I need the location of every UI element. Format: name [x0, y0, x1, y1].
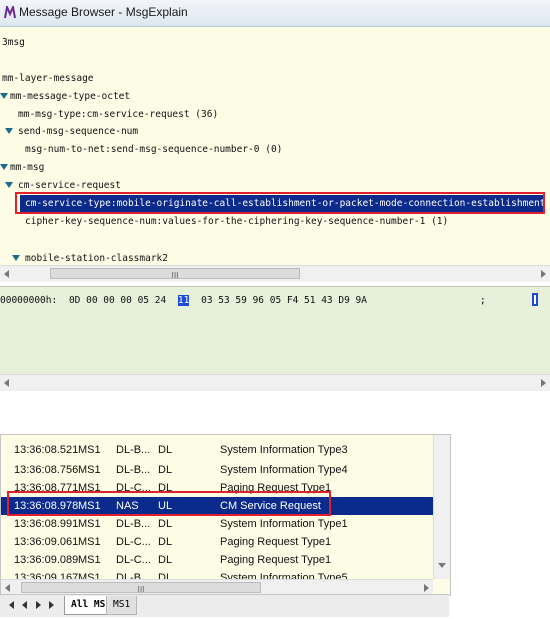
- highlight-box: [7, 491, 331, 516]
- cell-message: System Information Type3: [220, 444, 348, 456]
- message-tree[interactable]: 3msg mm-layer-message mm-message-type-oc…: [0, 27, 550, 265]
- cell-ms: MS1: [78, 518, 101, 530]
- cell-message: System Information Type4: [220, 464, 348, 476]
- cell-direction: DL: [158, 554, 173, 566]
- tab-ms1[interactable]: MS1: [106, 596, 138, 615]
- expand-arrow-icon[interactable]: [5, 182, 13, 188]
- prev-tab-icon[interactable]: [22, 601, 27, 609]
- cell-direction: DL: [158, 536, 173, 548]
- cell-time: 13:36:09.061: [14, 536, 79, 548]
- cell-direction: DL: [158, 464, 173, 476]
- scroll-right-icon[interactable]: [541, 379, 546, 387]
- scroll-left-icon[interactable]: [4, 379, 9, 387]
- hex-highlighted-byte[interactable]: 11: [177, 295, 190, 306]
- hex-ascii: ;: [480, 295, 486, 306]
- tree-node[interactable]: mm-layer-message: [2, 71, 94, 87]
- scroll-right-icon[interactable]: [424, 584, 429, 592]
- cell-ms: MS1: [78, 464, 101, 476]
- tree-node[interactable]: mobile-station-classmark2: [25, 251, 168, 265]
- tree-node[interactable]: msg-num-to-net:send-msg-sequence-number-…: [25, 142, 282, 158]
- expand-arrow-icon[interactable]: [5, 128, 13, 134]
- cell-ms: MS1: [78, 536, 101, 548]
- table-row[interactable]: 13:36:08.991 MS1 DL-B... DL System Infor…: [1, 515, 433, 533]
- window-title: Message Browser - MsgExplain: [19, 5, 188, 19]
- scroll-thumb[interactable]: III: [21, 582, 261, 594]
- table-row[interactable]: 13:36:09.061 MS1 DL-C... DL Paging Reque…: [1, 533, 433, 551]
- cell-message: Paging Request Type1: [220, 536, 332, 548]
- cell-time: 13:36:09.089: [14, 554, 79, 566]
- tree-horizontal-scrollbar[interactable]: III: [0, 265, 550, 282]
- first-tab-icon[interactable]: [9, 601, 14, 609]
- scroll-left-icon[interactable]: [5, 584, 10, 592]
- cell-layer: DL-C...: [116, 536, 151, 548]
- ascii-cursor: [532, 293, 538, 306]
- hex-row: 00000000h: 0D 00 00 00 05 24 11 03 53 59…: [0, 294, 367, 308]
- tree-node[interactable]: send-msg-sequence-num: [18, 124, 138, 140]
- scroll-thumb[interactable]: III: [50, 268, 300, 280]
- tree-node[interactable]: cipher-key-sequence-num:values-for-the-c…: [25, 214, 448, 230]
- scroll-down-icon[interactable]: [438, 563, 446, 568]
- tree-node[interactable]: mm-msg-type:cm-service-request (36): [18, 107, 218, 123]
- cell-layer: DL-B...: [116, 464, 151, 476]
- cell-time: 13:36:08.521: [14, 444, 79, 456]
- last-tab-icon[interactable]: [49, 601, 54, 609]
- expand-arrow-icon[interactable]: [12, 255, 20, 261]
- expand-arrow-icon[interactable]: [0, 93, 8, 99]
- log-vertical-scrollbar[interactable]: [433, 435, 450, 579]
- table-row[interactable]: 13:36:08.756 MS1 DL-B... DL System Infor…: [1, 461, 433, 479]
- hex-bytes: 0D 00 00 00 05 24: [68, 295, 167, 306]
- table-row[interactable]: 13:36:09.089 MS1 DL-C... DL Paging Reque…: [1, 551, 433, 569]
- hex-horizontal-scrollbar[interactable]: [0, 374, 550, 391]
- scroll-right-icon[interactable]: [541, 270, 546, 278]
- cell-direction: DL: [158, 518, 173, 530]
- highlight-box: [15, 192, 545, 214]
- cell-ms: MS1: [78, 554, 101, 566]
- cell-time: 13:36:08.991: [14, 518, 79, 530]
- tree-node[interactable]: 3msg: [2, 35, 25, 51]
- cell-layer: DL-B...: [116, 444, 151, 456]
- cell-time: 13:36:08.756: [14, 464, 79, 476]
- sheet-tabs: All MS MS1: [0, 594, 449, 617]
- title-bar: Message Browser - MsgExplain: [0, 0, 550, 27]
- next-tab-icon[interactable]: [36, 601, 41, 609]
- table-row[interactable]: 13:36:08.521 MS1 DL-B... DL System Infor…: [1, 441, 433, 459]
- cell-layer: DL-C...: [116, 554, 151, 566]
- scroll-left-icon[interactable]: [4, 270, 9, 278]
- cell-message: Paging Request Type1: [220, 554, 332, 566]
- cell-ms: MS1: [78, 444, 101, 456]
- tree-node[interactable]: mm-msg: [10, 160, 44, 176]
- hex-view[interactable]: 00000000h: 0D 00 00 00 05 24 11 03 53 59…: [0, 286, 550, 375]
- expand-arrow-icon[interactable]: [0, 164, 8, 170]
- hex-bytes: 03 53 59 96 05 F4 51 43 D9 9A: [201, 295, 367, 306]
- cell-layer: DL-B...: [116, 518, 151, 530]
- cell-direction: DL: [158, 444, 173, 456]
- hex-offset: 00000000h:: [0, 295, 58, 306]
- cell-message: System Information Type1: [220, 518, 348, 530]
- app-icon: [4, 6, 16, 19]
- tree-node[interactable]: mm-message-type-octet: [10, 89, 130, 105]
